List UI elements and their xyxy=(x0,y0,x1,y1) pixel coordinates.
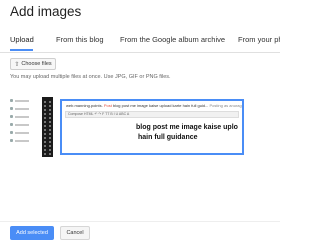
add-selected-button[interactable]: Add selected xyxy=(10,226,54,240)
choose-files-button[interactable]: ⇧ Choose files xyxy=(10,58,56,70)
thumbnail-text-line-1: blog post me image kaise uplo xyxy=(136,124,238,131)
thumbnail-post-label: Post xyxy=(103,103,112,108)
sidebar-row xyxy=(10,122,38,127)
footer-divider xyxy=(0,221,280,222)
sidebar-row xyxy=(10,138,38,143)
thumbnail-text-line-2: hain full guidance xyxy=(138,134,198,141)
selected-image-thumbnail[interactable]: web.manning.points. Post blog post me im… xyxy=(60,99,244,155)
tab-from-your-phone[interactable]: From your phone xyxy=(238,35,280,44)
choose-files-label: Choose files xyxy=(21,61,52,67)
sidebar-row xyxy=(10,98,38,103)
tab-upload[interactable]: Upload xyxy=(10,35,34,44)
filmstrip-image[interactable] xyxy=(42,97,53,157)
tab-from-this-blog[interactable]: From this blog xyxy=(56,35,104,44)
thumbnail-post-title: blog post me image kaise upload karte ha… xyxy=(112,103,209,108)
sidebar-row xyxy=(10,130,38,135)
upload-hint: You may upload multiple files at once. U… xyxy=(10,74,171,80)
thumbnail-toolbar: Compose HTML ↶ ↷ F TT B I U ABC A xyxy=(65,111,239,118)
upload-icon: ⇧ xyxy=(14,61,20,68)
dialog-title: Add images xyxy=(10,4,82,19)
active-tab-indicator xyxy=(10,49,33,51)
sidebar-row xyxy=(10,106,38,111)
sidebar-row xyxy=(10,114,38,119)
thumbnail-sidebar xyxy=(10,98,38,158)
thumbnail-site-name: web.manning.points. xyxy=(66,103,103,108)
tab-bar: Upload From this blog From the Google al… xyxy=(0,28,280,53)
thumbnail-header: web.manning.points. Post blog post me im… xyxy=(66,103,242,108)
cancel-button[interactable]: Cancel xyxy=(60,226,90,240)
thumbnail-posting-as: Posting as anurag xyxy=(209,103,242,108)
tab-google-album-archive[interactable]: From the Google album archive xyxy=(120,35,225,44)
